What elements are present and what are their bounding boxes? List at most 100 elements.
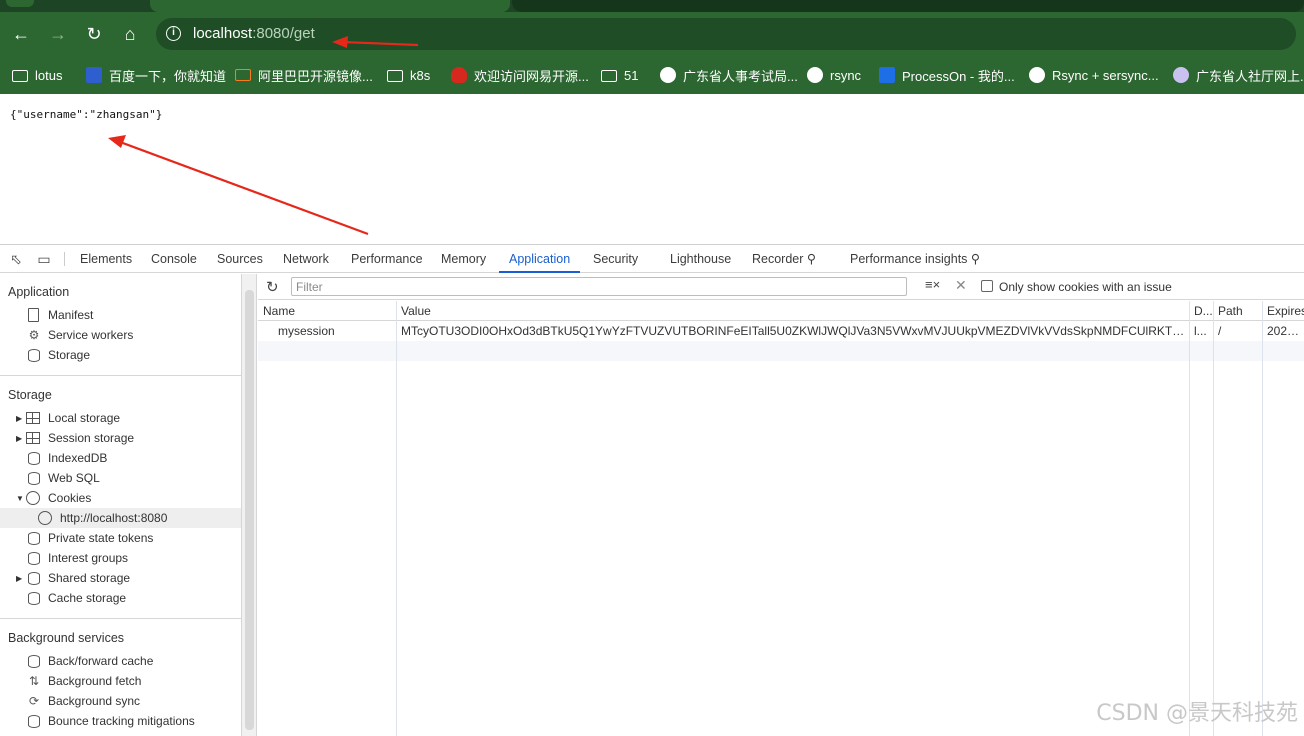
bookmarks-bar: lotus 百度一下，你就知道 阿里巴巴开源镜像... k8s 欢迎访问网易开源… — [0, 56, 1304, 94]
netease-icon — [451, 67, 467, 83]
tab-recorder-label: Recorder — [752, 252, 803, 266]
clear-all-cookies-icon[interactable]: ≡× — [925, 277, 940, 292]
column-divider[interactable] — [1262, 301, 1263, 736]
sidebar-item-background-sync[interactable]: ⟳Background sync — [26, 691, 140, 711]
tab-network[interactable]: Network — [283, 245, 329, 273]
tab-first[interactable] — [6, 0, 34, 7]
bookmark-51[interactable]: 51 — [601, 65, 638, 85]
column-divider[interactable] — [1189, 301, 1190, 736]
sidebar-item-session-storage[interactable]: ▶Session storage — [16, 428, 134, 448]
flask-icon: ⚲ — [971, 252, 980, 266]
processon-icon — [879, 67, 895, 83]
only-issues-checkbox[interactable] — [981, 280, 993, 292]
tab-memory[interactable]: Memory — [441, 245, 486, 273]
sidebar-item-cookies[interactable]: ▼Cookies — [16, 488, 91, 508]
bookmark-processon[interactable]: ProcessOn - 我的... — [879, 65, 1015, 85]
sidebar-item-private-state-tokens[interactable]: Private state tokens — [26, 528, 153, 548]
bookmark-label: 百度一下，你就知道 — [109, 66, 226, 85]
refresh-icon[interactable]: ↻ — [266, 278, 279, 296]
flask-icon: ⚲ — [807, 252, 816, 266]
cookie-path-cell[interactable]: / — [1213, 321, 1262, 341]
column-divider[interactable] — [1213, 301, 1214, 736]
tab-lighthouse[interactable]: Lighthouse — [670, 245, 731, 273]
database-icon — [28, 592, 40, 605]
sidebar-item-indexeddb[interactable]: IndexedDB — [26, 448, 107, 468]
forward-icon[interactable]: → — [46, 22, 70, 46]
sidebar-item-background-fetch[interactable]: ⇅Background fetch — [26, 671, 141, 691]
sidebar-item-cache-storage[interactable]: Cache storage — [26, 588, 126, 608]
cookie-expires-cell[interactable]: 2024-1 — [1262, 321, 1304, 341]
tab-performance-insights-label: Performance insights — [850, 252, 967, 266]
bookmark-label: 广东省人社厅网上... — [1196, 66, 1304, 85]
expand-arrow-icon[interactable]: ▶ — [16, 574, 26, 583]
bookmark-netease[interactable]: 欢迎访问网易开源... — [451, 65, 589, 85]
delete-selected-icon[interactable]: ✕ — [955, 277, 967, 294]
tab-security[interactable]: Security — [593, 245, 638, 273]
cookie-name-cell[interactable]: mysession — [273, 321, 396, 341]
column-divider[interactable] — [396, 301, 397, 736]
sidebar-item-service-workers[interactable]: ⚙Service workers — [26, 325, 133, 345]
sidebar-item-cookie-origin[interactable]: http://localhost:8080 — [0, 508, 242, 528]
column-header-value[interactable]: Value — [396, 301, 1189, 321]
bookmark-aliyun[interactable]: 阿里巴巴开源镜像... — [235, 65, 373, 85]
collapse-arrow-icon[interactable]: ▼ — [16, 494, 26, 503]
bookmark-k8s[interactable]: k8s — [387, 65, 430, 85]
tab-performance-insights[interactable]: Performance insights ⚲ — [850, 245, 980, 273]
tab-sources[interactable]: Sources — [217, 245, 263, 273]
sidebar-item-manifest[interactable]: Manifest — [26, 305, 93, 325]
device-toolbar-icon[interactable]: ▭ — [36, 251, 52, 267]
scrollbar-thumb[interactable] — [245, 290, 254, 730]
sidebar-item-web-sql[interactable]: Web SQL — [26, 468, 100, 488]
cookie-domain-cell[interactable]: l... — [1189, 321, 1213, 341]
sidebar-item-local-storage[interactable]: ▶Local storage — [16, 408, 120, 428]
browser-toolbar: ← → ↻ ⌂ i localhost:8080/get — [0, 12, 1304, 56]
page-viewport: {"username":"zhangsan"} — [0, 94, 1304, 244]
sidebar-scrollbar[interactable] — [242, 274, 257, 736]
bookmark-rsync[interactable]: rsync — [807, 65, 861, 85]
inspect-element-icon[interactable]: ⬁ — [8, 251, 24, 267]
bookmark-gd-hrss[interactable]: 广东省人社厅网上... — [1173, 65, 1304, 85]
sidebar-divider — [0, 375, 242, 376]
column-header-expires[interactable]: Expires — [1262, 301, 1304, 321]
bookmark-rsync-sersync[interactable]: Rsync + sersync... — [1029, 65, 1159, 85]
address-bar[interactable]: i localhost:8080/get — [156, 18, 1296, 50]
sidebar-divider — [0, 618, 242, 619]
sidebar-item-back-forward-cache[interactable]: Back/forward cache — [26, 651, 153, 671]
site-info-icon[interactable]: i — [166, 26, 181, 41]
document-icon — [28, 308, 39, 322]
tab-active[interactable] — [150, 0, 510, 12]
sidebar-item-shared-storage[interactable]: ▶Shared storage — [16, 568, 130, 588]
cookie-value-cell[interactable]: MTcyOTU3ODI0OHxOd3dBTkU5Q1YwYzFTVUZVUTBO… — [396, 321, 1189, 341]
tab-elements[interactable]: Elements — [80, 245, 132, 273]
up-down-arrows-icon: ⇅ — [26, 674, 42, 688]
section-storage-title: Storage — [8, 388, 52, 402]
column-header-path[interactable]: Path — [1213, 301, 1262, 321]
expand-arrow-icon[interactable]: ▶ — [16, 434, 26, 443]
bookmark-label: lotus — [35, 68, 62, 83]
bookmark-gd-exam[interactable]: 广东省人事考试局... — [660, 65, 798, 85]
sidebar-item-bounce-tracking[interactable]: Bounce tracking mitigations — [26, 711, 195, 731]
tab-recorder[interactable]: Recorder ⚲ — [752, 245, 816, 273]
tab-application[interactable]: Application — [499, 245, 580, 273]
bookmark-lotus[interactable]: lotus — [12, 65, 62, 85]
tab-console[interactable]: Console — [151, 245, 197, 273]
expand-arrow-icon[interactable]: ▶ — [16, 414, 26, 423]
column-header-domain[interactable]: D... — [1189, 301, 1213, 321]
sidebar-item-interest-groups[interactable]: Interest groups — [26, 548, 128, 568]
database-icon — [28, 552, 40, 565]
tab-performance[interactable]: Performance — [351, 245, 423, 273]
url-text[interactable]: localhost:8080/get — [193, 25, 315, 42]
database-icon — [28, 655, 40, 668]
column-header-name[interactable]: Name — [258, 301, 396, 321]
watermark: CSDN @景天科技苑 — [1096, 695, 1298, 727]
hrss-icon — [1173, 67, 1189, 83]
sidebar-label: Manifest — [48, 308, 93, 322]
home-icon[interactable]: ⌂ — [118, 22, 142, 46]
filter-input[interactable] — [291, 277, 907, 296]
back-icon[interactable]: ← — [9, 22, 33, 46]
sidebar-label: Web SQL — [48, 471, 100, 485]
bookmark-baidu[interactable]: 百度一下，你就知道 — [86, 65, 226, 85]
reload-icon[interactable]: ↻ — [82, 22, 106, 46]
sidebar-item-storage[interactable]: Storage — [26, 345, 90, 365]
tab-other[interactable] — [512, 0, 1304, 12]
